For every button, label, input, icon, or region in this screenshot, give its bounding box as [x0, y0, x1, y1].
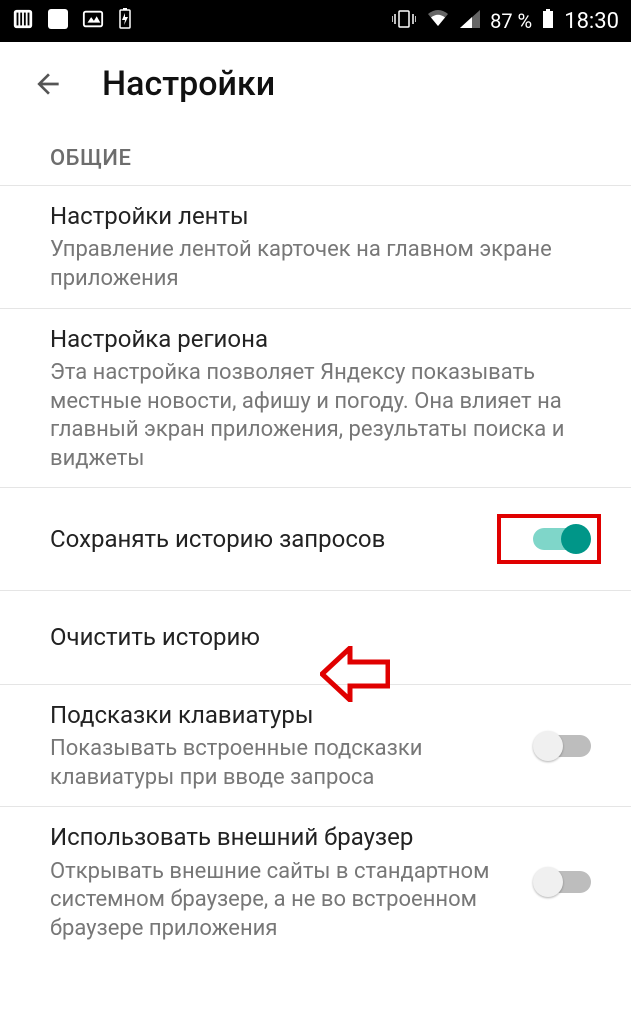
setting-feed[interactable]: Настройки ленты Управление лентой карточ… — [0, 186, 631, 309]
setting-external-browser[interactable]: Использовать внешний браузер Открывать в… — [0, 807, 631, 957]
app-header: Настройки — [0, 42, 631, 126]
setting-save-history[interactable]: Сохранять историю запросов — [0, 488, 631, 591]
keyboard-hints-toggle[interactable] — [537, 735, 591, 757]
annotation-highlight-toggle — [497, 514, 601, 564]
setting-region-title: Настройка региона — [50, 323, 581, 355]
page-title: Настройки — [102, 64, 275, 104]
image-icon — [82, 8, 104, 35]
setting-external-browser-desc: Открывать внешние сайты в стандартном си… — [50, 858, 521, 944]
setting-region-desc: Эта настройка позволяет Яндексу показыва… — [50, 359, 581, 473]
battery-percent: 87 % — [490, 9, 532, 33]
setting-feed-desc: Управление лентой карточек на главном эк… — [50, 236, 581, 293]
setting-clear-history[interactable]: Очистить историю — [0, 591, 631, 684]
clock: 18:30 — [564, 9, 619, 34]
battery-charging-icon — [118, 8, 132, 35]
vibrate-icon — [392, 9, 416, 34]
setting-save-history-title: Сохранять историю запросов — [50, 523, 497, 555]
external-browser-toggle[interactable] — [537, 871, 591, 893]
setting-clear-history-title: Очистить историю — [50, 621, 581, 653]
status-bar: 87 % 18:30 — [0, 0, 631, 42]
setting-keyboard-hints[interactable]: Подсказки клавиатуры Показывать встроенн… — [0, 685, 631, 808]
setting-feed-title: Настройки ленты — [50, 200, 581, 232]
setting-keyboard-hints-title: Подсказки клавиатуры — [50, 699, 521, 731]
setting-keyboard-hints-desc: Показывать встроенные подсказки клавиату… — [50, 735, 521, 792]
save-history-toggle[interactable] — [533, 528, 587, 550]
wifi-icon — [426, 9, 450, 33]
battery-icon — [542, 9, 554, 34]
back-button[interactable] — [30, 66, 66, 102]
signal-icon — [460, 9, 480, 33]
section-header-general: ОБЩИЕ — [0, 126, 631, 186]
setting-region[interactable]: Настройка региона Эта настройка позволяе… — [0, 309, 631, 489]
barcode-icon — [12, 8, 34, 35]
square-icon — [48, 9, 68, 34]
arrow-left-icon — [32, 68, 64, 100]
setting-external-browser-title: Использовать внешний браузер — [50, 821, 521, 853]
